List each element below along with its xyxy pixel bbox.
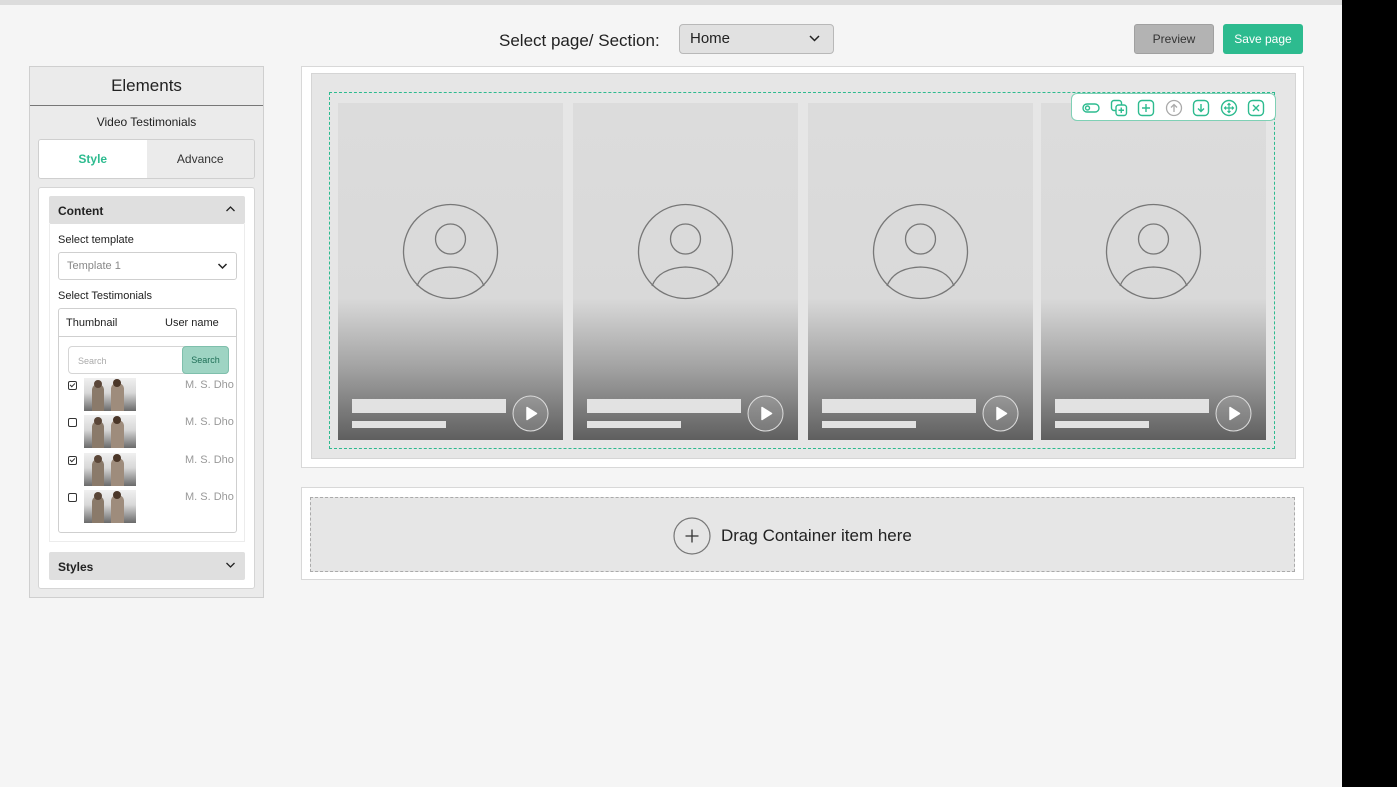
- row-checkbox[interactable]: [68, 381, 77, 390]
- video-testimonial-card[interactable]: [808, 103, 1033, 440]
- app-window: Select page/ Section: Home Preview Save …: [0, 0, 1342, 787]
- video-testimonial-card[interactable]: [1041, 103, 1266, 440]
- elements-sidebar: Elements Video Testimonials Style Advanc…: [29, 66, 264, 598]
- user-avatar-icon: [637, 203, 734, 300]
- play-icon[interactable]: [982, 395, 1019, 432]
- title-placeholder-bar: [822, 399, 976, 413]
- subtitle-placeholder-bar: [352, 421, 446, 428]
- tab-advance[interactable]: Advance: [146, 140, 254, 178]
- testimonial-thumbnail: [84, 490, 136, 523]
- table-row[interactable]: M. S. Dho: [59, 453, 236, 487]
- chevron-down-icon: [217, 263, 228, 270]
- play-icon[interactable]: [747, 395, 784, 432]
- delete-icon[interactable]: [1247, 99, 1265, 117]
- column-header-user-name: User name: [165, 317, 219, 329]
- drop-zone[interactable]: Drag Container item here: [310, 497, 1295, 572]
- search-input[interactable]: Search Search: [68, 346, 229, 374]
- table-row[interactable]: M. S. Dho: [59, 378, 236, 412]
- testimonial-thumbnail: [84, 415, 136, 448]
- user-avatar-icon: [872, 203, 969, 300]
- select-template-label: Select template: [58, 234, 134, 246]
- search-button[interactable]: Search: [182, 346, 229, 374]
- chevron-down-icon: [226, 562, 235, 568]
- plus-icon[interactable]: [673, 517, 711, 555]
- styles-accordion-title: Styles: [58, 560, 94, 574]
- select-testimonials-label: Select Testimonials: [58, 290, 152, 302]
- user-avatar-icon: [402, 203, 499, 300]
- chevron-down-icon: [809, 35, 820, 42]
- tab-style[interactable]: Style: [39, 140, 147, 178]
- row-user-name: M. S. Dho: [185, 454, 234, 466]
- styles-accordion-header[interactable]: Styles: [49, 552, 245, 580]
- table-row[interactable]: M. S. Dho: [59, 415, 236, 449]
- search-placeholder: Search: [78, 356, 107, 366]
- style-tabs: Style Advance: [38, 139, 255, 179]
- row-checkbox[interactable]: [68, 456, 77, 465]
- empty-section: Drag Container item here: [301, 487, 1304, 580]
- row-checkbox[interactable]: [68, 493, 77, 502]
- top-divider: [0, 0, 1342, 5]
- duplicate-icon[interactable]: [1110, 99, 1128, 117]
- subtitle-placeholder-bar: [1055, 421, 1149, 428]
- sidebar-subtitle: Video Testimonials: [96, 115, 197, 129]
- title-placeholder-bar: [1055, 399, 1209, 413]
- table-header: Thumbnail User name: [59, 309, 236, 337]
- row-user-name: M. S. Dho: [185, 416, 234, 428]
- subtitle-placeholder-bar: [822, 421, 916, 428]
- video-testimonial-card[interactable]: [338, 103, 563, 440]
- title-placeholder-bar: [587, 399, 741, 413]
- testimonial-thumbnail: [84, 378, 136, 411]
- page-select-value: Home: [690, 30, 731, 47]
- testimonials-table: Thumbnail User name Search Search M. S. …: [58, 308, 237, 533]
- subtitle-placeholder-bar: [587, 421, 681, 428]
- testimonial-thumbnail: [84, 453, 136, 486]
- drag-move-icon[interactable]: [1220, 99, 1238, 117]
- drop-zone-label: Drag Container item here: [721, 526, 912, 545]
- template-select[interactable]: Template 1: [58, 252, 237, 280]
- row-user-name: M. S. Dho: [185, 379, 234, 391]
- chevron-up-icon: [226, 206, 235, 212]
- page-select-dropdown[interactable]: Home: [679, 24, 834, 54]
- preview-button[interactable]: Preview: [1134, 24, 1214, 54]
- template-select-value: Template 1: [67, 260, 121, 272]
- column-header-thumbnail: Thumbnail: [66, 317, 118, 329]
- settings-panel: Content Select template Template 1 Selec…: [38, 187, 255, 589]
- sidebar-title: Elements: [30, 67, 263, 106]
- move-up-icon[interactable]: [1165, 99, 1183, 117]
- play-icon[interactable]: [1215, 395, 1252, 432]
- table-row[interactable]: M. S. Dho: [59, 490, 236, 524]
- move-down-icon[interactable]: [1192, 99, 1210, 117]
- element-toolbar: [1071, 93, 1276, 121]
- video-testimonial-card[interactable]: [573, 103, 798, 440]
- row-user-name: M. S. Dho: [185, 491, 234, 503]
- save-page-button[interactable]: Save page: [1223, 24, 1303, 54]
- page-select-label: Select page/ Section:: [499, 31, 660, 50]
- content-accordion-header[interactable]: Content: [49, 196, 245, 224]
- row-checkbox[interactable]: [68, 418, 77, 427]
- content-accordion-title: Content: [58, 204, 104, 218]
- play-icon[interactable]: [512, 395, 549, 432]
- add-icon[interactable]: [1137, 99, 1155, 117]
- title-placeholder-bar: [352, 399, 506, 413]
- content-accordion-body: Select template Template 1 Select Testim…: [49, 224, 245, 542]
- toggle-icon[interactable]: [1082, 99, 1100, 117]
- user-avatar-icon: [1105, 203, 1202, 300]
